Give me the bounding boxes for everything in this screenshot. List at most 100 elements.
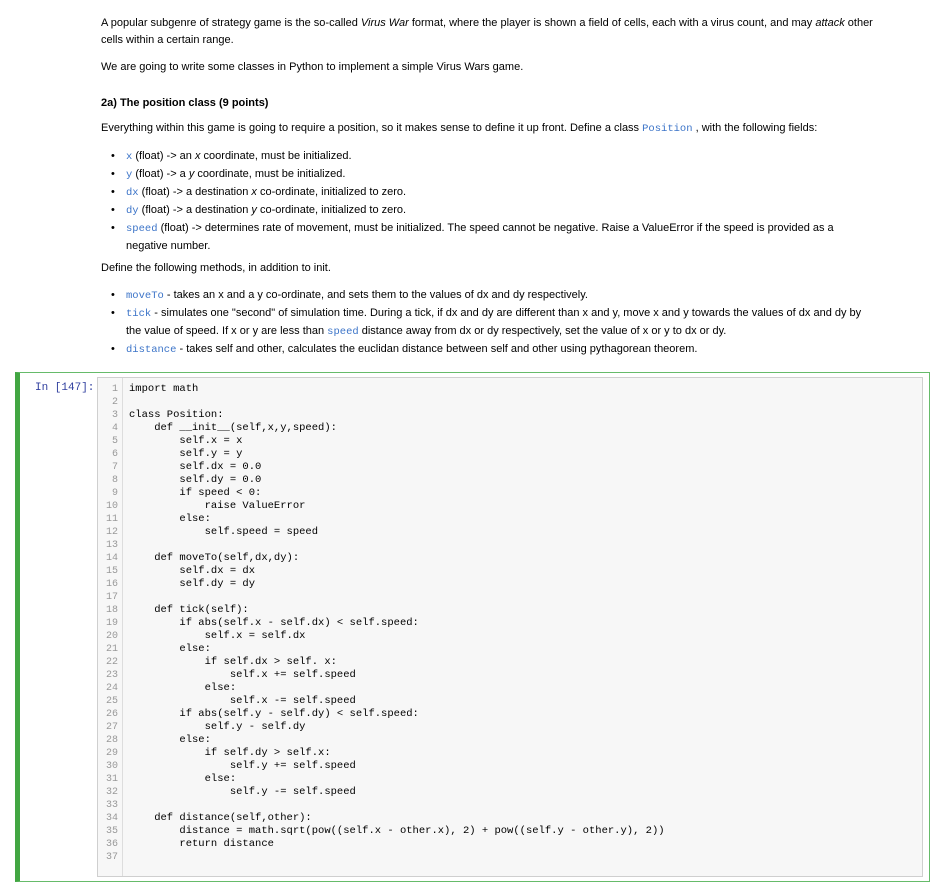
line-number: 18 (105, 605, 118, 616)
code-line[interactable]: else: (129, 643, 211, 655)
heading-text: 2a) The position class (9 points) (101, 97, 269, 109)
code-line[interactable]: import math (129, 383, 198, 395)
line-number: 15 (105, 566, 118, 577)
code-line[interactable]: self.y - self.dy (129, 721, 306, 733)
line-number: 2 (111, 397, 118, 408)
line-number: 16 (105, 579, 118, 590)
code-line[interactable]: self.x = x (129, 435, 242, 447)
code-line[interactable]: self.x += self.speed (129, 669, 356, 681)
virus-war-italic: Virus War (360, 17, 409, 29)
line-number: 19 (105, 618, 118, 629)
code-line[interactable]: else: (129, 773, 237, 785)
line-number: 34 (105, 813, 118, 824)
line-number: 26 (105, 709, 118, 720)
code-line[interactable]: self.y += self.speed (129, 760, 356, 772)
line-number: 11 (105, 514, 118, 525)
line-number: 31 (105, 774, 118, 785)
field-tail: coordinate, must be initialized. (194, 168, 346, 180)
line-number: 29 (105, 748, 118, 759)
code-line[interactable]: def tick(self): (129, 604, 249, 616)
method-item-moveto: • moveTo - takes an x and a y co-ordinate… (111, 289, 588, 302)
code-line[interactable]: else: (129, 513, 211, 525)
code-line[interactable]: raise ValueError (129, 500, 306, 512)
field-tail: co-ordinate, initialized to zero. (256, 186, 407, 198)
code-line[interactable]: if self.dx > self. x: (129, 656, 337, 668)
code-line[interactable]: self.dy = 0.0 (129, 474, 261, 486)
method-code: distance (126, 344, 177, 356)
code-line[interactable]: distance = math.sqrt(pow((self.x - other… (129, 825, 664, 837)
code-line[interactable]: if speed < 0: (129, 487, 261, 499)
field-item-speed: • speed (float) -> determines rate of mov… (111, 222, 834, 252)
code-line[interactable]: self.dx = dx (129, 565, 255, 577)
method-text: - takes self and other, calculates the e… (176, 343, 698, 355)
intro-text: A popular subgenre of strategy game is t… (101, 17, 361, 29)
code-line[interactable]: self.speed = speed (129, 526, 318, 538)
code-line[interactable]: def distance(self,other): (129, 812, 312, 824)
field-code: dy (126, 205, 139, 217)
para-2: We are going to write some classes in Py… (101, 59, 523, 76)
method-text: - simulates one "second" of simulation t… (151, 307, 862, 319)
field-code: dx (126, 187, 139, 199)
code-line[interactable]: return distance (129, 838, 274, 850)
line-number: 35 (105, 826, 118, 837)
line-number: 6 (111, 449, 118, 460)
field-text: (float) -> an (132, 150, 195, 162)
code-line[interactable]: if self.dy > self.x: (129, 747, 331, 759)
field-text: (float) -> a destination (138, 204, 252, 216)
para-3: Everything within this game is going to … (101, 120, 817, 138)
fields-list: • x (float) -> an x coordinate, must be i… (101, 148, 901, 255)
line-number: 7 (111, 462, 118, 473)
code-line[interactable]: self.x -= self.speed (129, 695, 356, 707)
field-text: (float) -> determines rate of movement, … (157, 222, 834, 234)
line-number: 36 (105, 839, 118, 850)
attack-italic: attack (815, 17, 845, 29)
field-item-dy: • dy (float) -> a destination y co-ordina… (111, 204, 407, 217)
line-number: 33 (105, 800, 118, 811)
code-editor[interactable]: 1 2 3 4 5 6 7 8 9 10 11 12 13 14 15 16 17 18 19 20 21 22 23 24 2… (97, 377, 923, 877)
code-line[interactable]: self.dy = dy (129, 578, 255, 590)
line-number: 24 (105, 683, 118, 694)
field-item-x: • x (float) -> an x coordinate, must be i… (111, 150, 352, 163)
line-number: 28 (105, 735, 118, 746)
intro-text-b: format, where the player is shown a fiel… (408, 17, 816, 29)
code-line[interactable]: def __init__(self,x,y,speed): (129, 422, 337, 434)
cell-prompt: In [147]: (35, 382, 95, 394)
method-text-2b: distance away from dx or dy respectively… (358, 325, 727, 337)
code-line[interactable]: if abs(self.x - self.dx) < self.speed: (129, 617, 418, 629)
line-number: 25 (105, 696, 118, 707)
method-text-2a: the value of speed. If x or y are less t… (126, 325, 328, 337)
para-2-text: We are going to write some classes in Py… (101, 61, 524, 73)
line-number: 5 (111, 436, 118, 447)
code-line[interactable]: class Position: (129, 409, 224, 421)
line-number: 27 (105, 722, 118, 733)
code-line[interactable]: else: (129, 734, 211, 746)
speed-code: speed (327, 326, 359, 338)
code-line[interactable]: self.x = self.dx (129, 630, 306, 642)
line-number: 13 (105, 540, 118, 551)
method-code: tick (126, 308, 152, 320)
code-line[interactable]: else: (129, 682, 237, 694)
code-line[interactable]: self.dx = 0.0 (129, 461, 261, 473)
line-number: 32 (105, 787, 118, 798)
line-number: 30 (105, 761, 118, 772)
para-3-tail: , with the following fields: (692, 122, 818, 134)
line-number: 20 (105, 631, 118, 642)
field-tail: coordinate, must be initialized. (200, 150, 352, 162)
line-number: 17 (105, 592, 118, 603)
line-number: 9 (111, 488, 118, 499)
line-number: 12 (105, 527, 118, 538)
field-text-line2: negative number. (126, 240, 211, 252)
line-number: 21 (105, 644, 118, 655)
position-code: Position (642, 123, 693, 135)
line-number: 22 (105, 657, 118, 668)
field-item-y: • y (float) -> a y coordinate, must be in… (111, 168, 346, 181)
line-number: 3 (111, 410, 118, 421)
para-4-text: Define the following methods, in additio… (101, 262, 331, 274)
code-line[interactable]: def moveTo(self,dx,dy): (129, 552, 299, 564)
section-heading: 2a) The position class (9 points) (101, 95, 268, 112)
code-line[interactable]: self.y = y (129, 448, 242, 460)
intro-paragraph: A popular subgenre of strategy game is t… (101, 15, 873, 49)
code-line[interactable]: self.y -= self.speed (129, 786, 356, 798)
code-line[interactable]: if abs(self.y - self.dy) < self.speed: (129, 708, 418, 720)
field-tail: co-ordinate, initialized to zero. (256, 204, 407, 216)
